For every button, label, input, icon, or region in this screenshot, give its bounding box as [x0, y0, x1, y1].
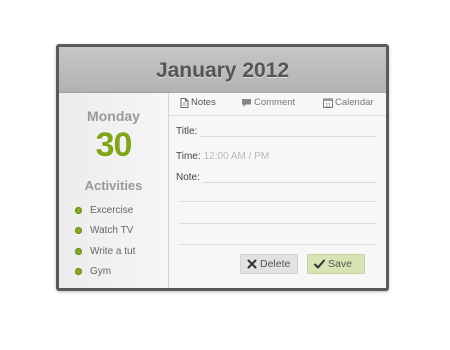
day-panel: Monday 30 Activities Excercise Watch TV … — [59, 93, 169, 288]
delete-label: Delete — [260, 258, 291, 270]
time-input[interactable]: 12:00 AM / PM — [204, 151, 270, 162]
tab-comment-label: Comment — [254, 97, 296, 108]
note-line[interactable] — [179, 201, 376, 202]
tab-comment[interactable]: Comment — [241, 97, 295, 108]
activity-item[interactable]: Excercise — [75, 200, 135, 221]
note-line[interactable] — [179, 244, 376, 245]
bullet-icon — [75, 268, 82, 276]
save-label: Save — [328, 258, 352, 270]
tab-notes[interactable]: Notes — [180, 97, 216, 108]
day-number: 30 — [95, 126, 133, 164]
check-icon — [314, 259, 325, 269]
activity-label: Gym — [90, 266, 112, 278]
close-icon — [247, 259, 257, 269]
activity-label: Write a tut — [90, 245, 136, 257]
activities-list: Excercise Watch TV Write a tut Gym — [75, 200, 135, 282]
document-icon — [180, 97, 189, 108]
activities-title: Activities — [84, 178, 143, 193]
svg-text:11: 11 — [325, 102, 330, 108]
bullet-icon — [75, 206, 82, 214]
activity-label: Excercise — [90, 204, 134, 216]
note-field[interactable]: Note: — [176, 172, 376, 183]
activity-label: Watch TV — [90, 225, 134, 237]
title-input[interactable] — [200, 127, 376, 137]
activity-item[interactable]: Gym — [75, 262, 135, 283]
activity-item[interactable]: Write a tut — [75, 241, 135, 262]
time-field[interactable]: Time: 12:00 AM / PM — [176, 151, 376, 162]
title-label: Title: — [176, 126, 198, 137]
bullet-icon — [75, 247, 82, 255]
title-field[interactable]: Title: — [176, 126, 376, 137]
tab-calendar-label: Calendar — [335, 97, 374, 108]
delete-button[interactable]: Delete — [240, 254, 298, 274]
month-title: January 2012 — [155, 59, 290, 82]
time-label: Time: — [176, 151, 201, 162]
comment-icon — [242, 98, 251, 107]
note-panel: Notes Comment 11 Calendar Title: Time: 1… — [169, 93, 386, 288]
note-label: Note: — [176, 172, 200, 183]
activity-item[interactable]: Watch TV — [75, 221, 135, 242]
day-name: Monday — [87, 108, 140, 124]
calendar-icon: 11 — [323, 98, 333, 108]
save-button[interactable]: Save — [307, 254, 365, 274]
tab-calendar[interactable]: 11 Calendar — [323, 97, 374, 108]
bullet-icon — [75, 227, 82, 235]
tab-notes-label: Notes — [191, 97, 216, 108]
calendar-widget: January 2012 Monday 30 Activities Excerc… — [56, 44, 389, 291]
note-line[interactable] — [179, 223, 376, 224]
month-header: January 2012 — [59, 47, 386, 93]
tab-bar: Notes Comment 11 Calendar — [169, 93, 386, 116]
note-input[interactable] — [202, 173, 376, 183]
